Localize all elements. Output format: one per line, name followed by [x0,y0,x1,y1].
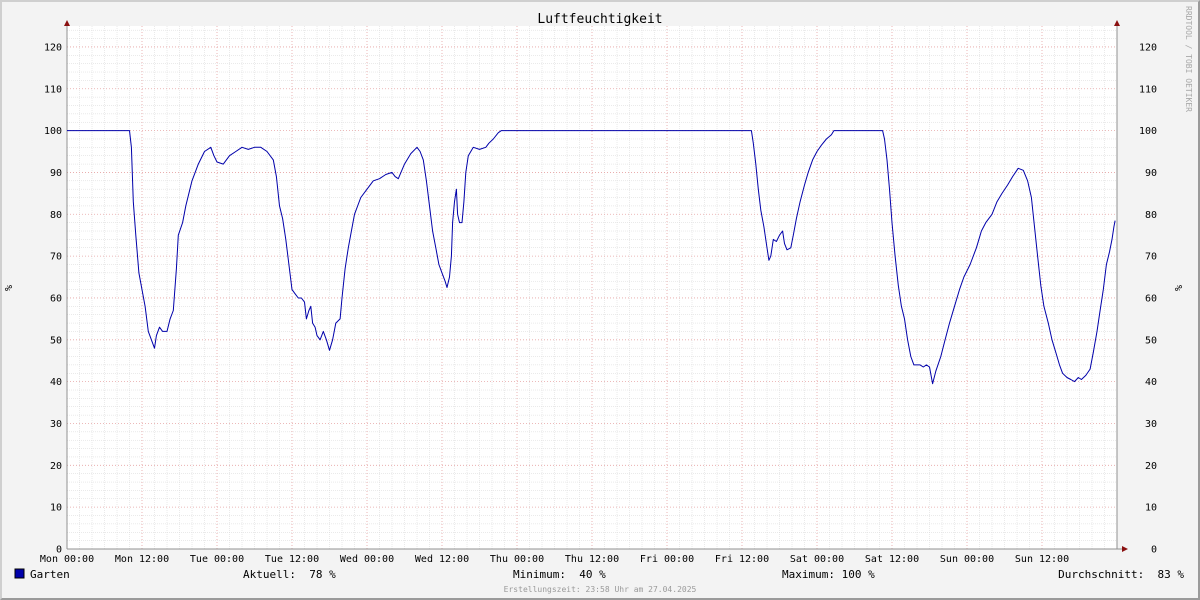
x-tick-label: Fri 00:00 [640,554,694,565]
legend-aktuell: Aktuell: 78 % [243,568,336,581]
chart-title: Luftfeuchtigkeit [537,12,662,27]
x-tick-label: Sat 00:00 [790,554,844,565]
y-tick-label-left: 40 [50,377,62,388]
y-tick-label-right: 40 [1145,377,1157,388]
legend-durchschnitt: Durchschnitt: 83 % [1058,568,1184,581]
footer-timestamp: Erstellungszeit: 23:58 Uhr am 27.04.2025 [504,585,697,594]
y-tick-label-left: 20 [50,461,62,472]
y-tick-label-right: 70 [1145,252,1157,263]
y-tick-label-left: 30 [50,419,62,430]
legend-maximum: Maximum: 100 % [782,568,875,581]
humidity-chart: Luftfeuchtigkeit 0 10 20 30 40 50 60 70 80 90 100 1… [4,6,1193,594]
y-tick-label-left: 90 [50,168,62,179]
x-tick-label: Sat 12:00 [865,554,919,565]
y-axis-arrow-right [1114,20,1120,26]
y-tick-label-left: 60 [50,293,62,304]
x-axis-arrow [1122,546,1128,552]
y-axis-label-left: % [4,285,15,291]
y-axis-arrow-left [64,20,70,26]
y-tick-label-right: 110 [1139,84,1157,95]
chart-frame: Luftfeuchtigkeit 0 10 20 30 40 50 60 70 80 90 100 1… [0,0,1200,600]
x-tick-label: Mon 00:00 [40,554,94,565]
y-tick-label-left: 80 [50,210,62,221]
x-tick-label: Sun 00:00 [940,554,994,565]
y-tick-label-right: 30 [1145,419,1157,430]
y-ticks-right: 0 10 20 30 40 50 60 70 80 90 100 110 120 [1139,42,1157,555]
y-tick-label-left: 120 [44,42,62,53]
y-tick-label-right: 90 [1145,168,1157,179]
y-tick-label-right: 20 [1145,461,1157,472]
y-axis-label-right: % [1174,285,1185,291]
x-tick-label: Thu 00:00 [490,554,544,565]
x-tick-label: Wed 12:00 [415,554,469,565]
x-tick-label: Sun 12:00 [1015,554,1069,565]
y-tick-label-right: 0 [1151,545,1157,556]
x-tick-label: Fri 12:00 [715,554,769,565]
legend-minimum: Minimum: 40 % [513,568,606,581]
y-tick-label-right: 10 [1145,503,1157,514]
y-tick-label-left: 100 [44,126,62,137]
x-ticks: Mon 00:00 Mon 12:00 Tue 00:00 Tue 12:00 Wed … [40,554,1069,565]
y-tick-label-right: 50 [1145,335,1157,346]
y-ticks-left: 0102030405060708090100110120 [44,42,62,555]
x-tick-label: Tue 00:00 [190,554,244,565]
x-tick-label: Mon 12:00 [115,554,169,565]
rrdtool-watermark: RRDTOOL / TOBI OETIKER [1184,6,1193,112]
legend-swatch-garten [14,568,25,579]
y-tick-label-right: 120 [1139,42,1157,53]
y-tick-label-left: 70 [50,252,62,263]
x-tick-label: Tue 12:00 [265,554,319,565]
y-tick-label-right: 60 [1145,293,1157,304]
y-tick-label-right: 80 [1145,210,1157,221]
y-tick-label-left: 110 [44,84,62,95]
y-tick-label-left: 10 [50,503,62,514]
legend-label-garten: Garten [30,568,70,581]
y-tick-label-right: 100 [1139,126,1157,137]
x-tick-label: Wed 00:00 [340,554,394,565]
y-tick-label-left: 50 [50,335,62,346]
x-tick-label: Thu 12:00 [565,554,619,565]
